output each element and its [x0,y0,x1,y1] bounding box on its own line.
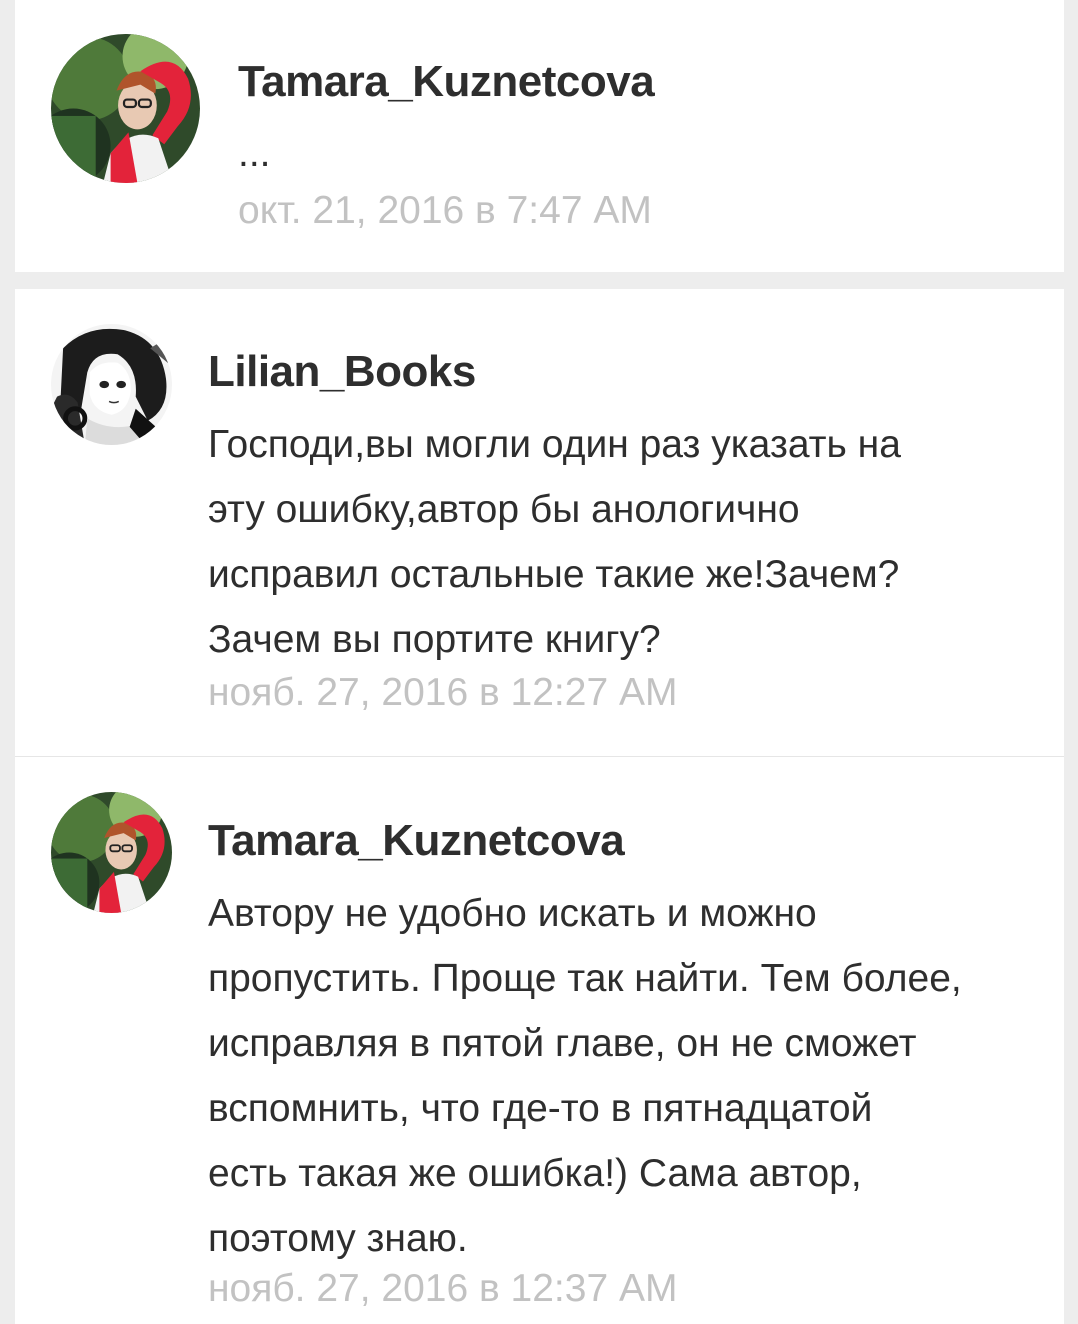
comment-text-line: поэтому знаю. [208,1217,468,1260]
avatar-tamara-kuznetcova[interactable] [51,792,172,913]
comment-divider [15,756,1064,757]
comment-text-line: исправил остальные такие же!Зачем? [208,553,900,596]
avatar-lilian-books[interactable] [51,324,172,445]
comment-text-line: Автору не удобно искать и можно [208,892,817,935]
comment-timestamp: нояб. 27, 2016 в 12:27 AM [208,671,678,714]
comment-timestamp: окт. 21, 2016 в 7:47 AM [238,189,652,232]
avatar-tamara-kuznetcova[interactable] [51,34,200,183]
user-photo-manga-girl-icon [51,324,172,445]
user-photo-red-sleeve-icon [51,34,200,183]
comments-page: Tamara_Kuznetcova ... окт. 21, 2016 в 7:… [0,0,1078,1324]
comment-text-line: эту ошибку,автор бы анологично [208,488,800,531]
comment-text: ... [238,132,271,175]
comment-text-line: есть такая же ошибка!) Сама автор, [208,1152,862,1195]
comment-text-line: исправляя в пятой главе, он не сможет [208,1022,917,1065]
comment-text-line: Зачем вы портите книгу? [208,618,661,661]
comment-text-line: вспомнить, что где-то в пятнадцатой [208,1087,873,1130]
comment-text: Господи,вы могли один раз указать на эту… [208,412,1048,672]
comment-text-line: Господи,вы могли один раз указать на [208,423,901,466]
comment-author[interactable]: Tamara_Kuznetcova [208,815,625,867]
comment-text: Автору не удобно искать и можно пропусти… [208,881,1048,1271]
comment-timestamp: нояб. 27, 2016 в 12:37 AM [208,1267,678,1310]
comment-author[interactable]: Lilian_Books [208,346,476,398]
user-photo-red-sleeve-icon [51,792,172,913]
comment-text-line: пропустить. Проще так найти. Тем более, [208,957,962,1000]
comment-author[interactable]: Tamara_Kuznetcova [238,56,655,108]
